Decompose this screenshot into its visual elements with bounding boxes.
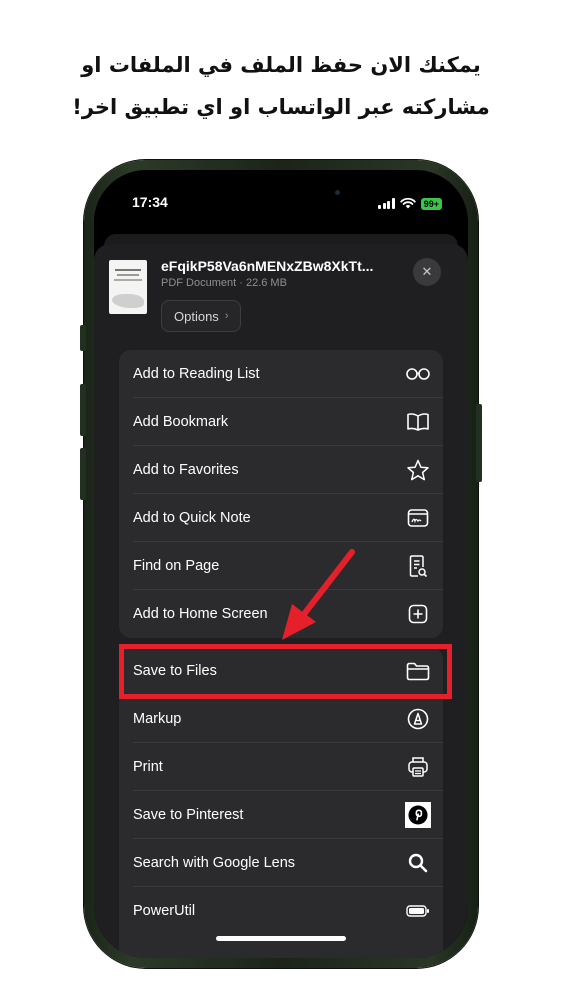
find-document-icon [405, 553, 431, 579]
close-icon: ✕ [421, 264, 433, 280]
status-icons: 99+ [378, 194, 442, 213]
action-label: Add to Favorites [133, 462, 239, 478]
camera-notch [204, 170, 360, 204]
quick-note-icon [405, 505, 431, 531]
silent-switch [80, 325, 86, 351]
document-thumbnail [109, 260, 147, 314]
share-sheet: eFqikP58Va6nMENxZBw8XkTt... PDF Document… [94, 244, 468, 958]
book-icon [405, 409, 431, 435]
power-button [476, 404, 482, 482]
status-time: 17:34 [132, 194, 168, 210]
phone-screen: 17:34 99+ eFqikP58Va6nMENxZBw8XkTt... PD… [94, 170, 468, 958]
add-bookmark-action[interactable]: Add Bookmark [119, 398, 443, 446]
action-label: Markup [133, 711, 182, 727]
wifi-icon [400, 194, 416, 213]
front-camera-icon [335, 190, 340, 195]
action-label: Print [133, 759, 163, 775]
markup-pen-icon [405, 706, 431, 732]
file-meta: PDF Document · 22.6 MB [161, 277, 287, 289]
star-icon [405, 457, 431, 483]
home-indicator[interactable] [216, 936, 346, 941]
action-label: PowerUtil [133, 903, 196, 919]
instruction-caption: يمكنك الان حفظ الملف في الملفات او مشارك… [0, 44, 562, 128]
search-icon [405, 850, 431, 876]
plus-square-icon [405, 601, 431, 627]
volume-down-button [80, 448, 86, 500]
action-label: Add Bookmark [133, 414, 229, 430]
battery-bar-icon [405, 898, 431, 924]
action-label: Find on Page [133, 558, 220, 574]
action-label: Add to Quick Note [133, 510, 251, 526]
add-to-quick-note-action[interactable]: Add to Quick Note [119, 494, 443, 542]
action-label: Search with Google Lens [133, 855, 296, 871]
caption-line-1: يمكنك الان حفظ الملف في الملفات او [81, 53, 481, 77]
add-to-favorites-action[interactable]: Add to Favorites [119, 446, 443, 494]
action-label: Save to Pinterest [133, 807, 244, 823]
battery-icon: 99+ [420, 197, 442, 210]
actions-group-primary: Add to Reading List Add Bookmark Add to … [119, 350, 443, 638]
signal-icon [378, 198, 395, 209]
add-to-home-screen-action[interactable]: Add to Home Screen [119, 590, 443, 638]
action-label: Add to Reading List [133, 366, 260, 382]
markup-action[interactable]: Markup [119, 695, 443, 743]
options-button[interactable]: Options › [161, 300, 242, 332]
caption-line-2: مشاركته عبر الواتساب او اي تطبيق اخر! [72, 95, 490, 119]
glasses-icon [405, 361, 431, 387]
find-on-page-action[interactable]: Find on Page [119, 542, 443, 590]
save-to-files-highlight-box [119, 644, 452, 699]
close-button[interactable]: ✕ [413, 258, 441, 286]
action-label: Add to Home Screen [133, 606, 268, 622]
print-action[interactable]: Print [119, 743, 443, 791]
save-to-pinterest-action[interactable]: Save to Pinterest [119, 791, 443, 839]
pinterest-icon [405, 802, 431, 828]
powerutil-action[interactable]: PowerUtil [119, 887, 443, 935]
add-to-reading-list-action[interactable]: Add to Reading List [119, 350, 443, 398]
search-with-google-lens-action[interactable]: Search with Google Lens [119, 839, 443, 887]
options-label: Options [174, 308, 219, 324]
volume-up-button [80, 384, 86, 436]
chevron-right-icon: › [224, 310, 229, 322]
file-name: eFqikP58Va6nMENxZBw8XkTt... [161, 258, 374, 274]
printer-icon [405, 754, 431, 780]
